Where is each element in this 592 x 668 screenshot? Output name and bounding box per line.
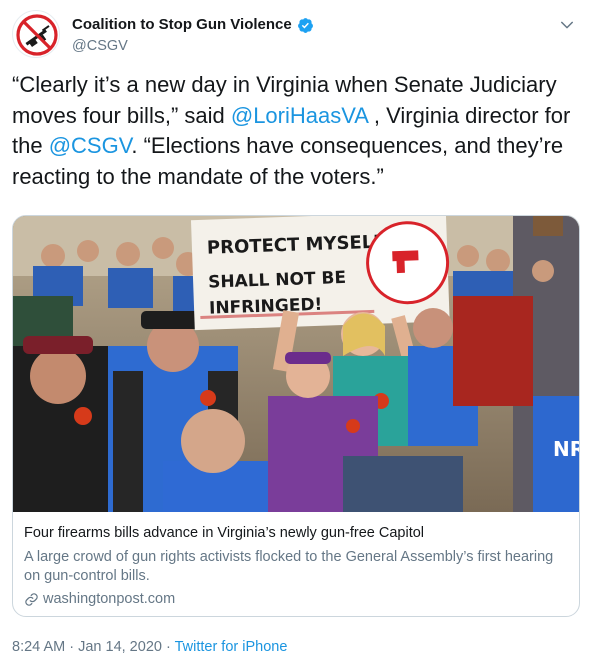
- verified-badge-icon: [297, 17, 313, 33]
- tweet-text: “Clearly it’s a new day in Virginia when…: [12, 70, 582, 192]
- tweet-footer: 8:24 AM · Jan 14, 2020 · Twitter for iPh…: [12, 638, 287, 657]
- tweet-time[interactable]: 8:24 AM: [12, 639, 65, 655]
- chevron-down-icon[interactable]: [558, 16, 576, 34]
- link-preview-card[interactable]: PROTECT MYSELF SHALL NOT BE INFRINGED! N…: [12, 215, 580, 617]
- tweet-source[interactable]: Twitter for iPhone: [175, 639, 288, 655]
- mention-lorihaasva[interactable]: @LoriHaasVA: [231, 103, 368, 128]
- card-description: A large crowd of gun rights activists fl…: [24, 549, 554, 584]
- tweet-date[interactable]: Jan 14, 2020: [78, 639, 162, 655]
- avatar[interactable]: [12, 10, 60, 58]
- tweet-header: Coalition to Stop Gun Violence @CSGV: [12, 10, 580, 62]
- mention-csgv[interactable]: @CSGV: [49, 133, 132, 158]
- card-domain[interactable]: washingtonpost.com: [43, 590, 175, 609]
- account-name-row: Coalition to Stop Gun Violence: [72, 15, 314, 35]
- crossed-out-rifle-icon: [16, 14, 58, 56]
- footer-separator: ·: [65, 639, 79, 655]
- card-photo[interactable]: PROTECT MYSELF SHALL NOT BE INFRINGED! N: [13, 216, 579, 512]
- link-icon: [25, 593, 38, 606]
- card-meta: Four firearms bills advance in Virginia’…: [24, 524, 564, 609]
- display-name[interactable]: Coalition to Stop Gun Violence: [72, 15, 292, 35]
- sign-line-4: INFRINGED!: [209, 295, 323, 319]
- card-domain-row: washingtonpost.com: [24, 590, 564, 609]
- rally-crowd-photo: PROTECT MYSELF SHALL NOT BE INFRINGED! N: [13, 216, 579, 512]
- account-handle[interactable]: @CSGV: [72, 37, 128, 55]
- card-title[interactable]: Four firearms bills advance in Virginia’…: [24, 524, 564, 543]
- footer-separator: ·: [161, 639, 175, 655]
- shirt-text: NRA: [553, 437, 579, 461]
